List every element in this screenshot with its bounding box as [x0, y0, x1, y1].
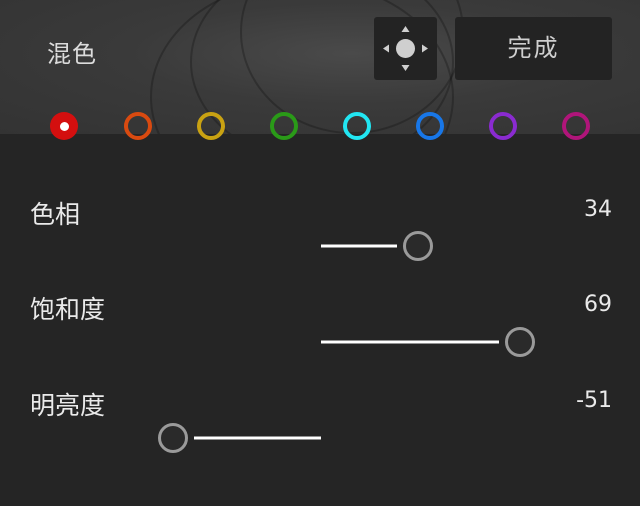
swatch-purple[interactable]	[489, 112, 517, 140]
swatch-aqua[interactable]	[343, 112, 371, 140]
swatch-magenta[interactable]	[562, 112, 590, 140]
saturation-slider-track	[30, 327, 612, 357]
saturation-label: 饱和度	[30, 295, 106, 324]
luminance-slider-track	[30, 423, 612, 453]
luminance-label: 明亮度	[30, 391, 106, 420]
swatch-red[interactable]	[50, 112, 78, 140]
color-swatch-row	[0, 112, 640, 148]
slider-thumb[interactable]	[158, 423, 188, 453]
hue-value: 34	[584, 197, 612, 222]
swatch-green[interactable]	[270, 112, 298, 140]
panel-title: 混色	[47, 40, 97, 68]
hue-slider-track	[30, 231, 612, 261]
saturation-value: 69	[584, 292, 612, 317]
done-button[interactable]: 完成	[455, 17, 612, 80]
luminance-value: -51	[576, 388, 612, 413]
swatch-blue[interactable]	[416, 112, 444, 140]
targeted-adjustment-button[interactable]	[374, 17, 437, 80]
saturation-slider[interactable]	[30, 325, 612, 359]
hue-label: 色相	[30, 200, 81, 229]
hue-slider[interactable]	[30, 229, 612, 263]
slider-thumb[interactable]	[505, 327, 535, 357]
swatch-yellow[interactable]	[197, 112, 225, 140]
luminance-slider[interactable]	[30, 421, 612, 455]
move-target-icon	[383, 26, 428, 71]
selected-indicator-icon	[59, 121, 69, 131]
slider-thumb[interactable]	[403, 231, 433, 261]
swatch-orange[interactable]	[124, 112, 152, 140]
